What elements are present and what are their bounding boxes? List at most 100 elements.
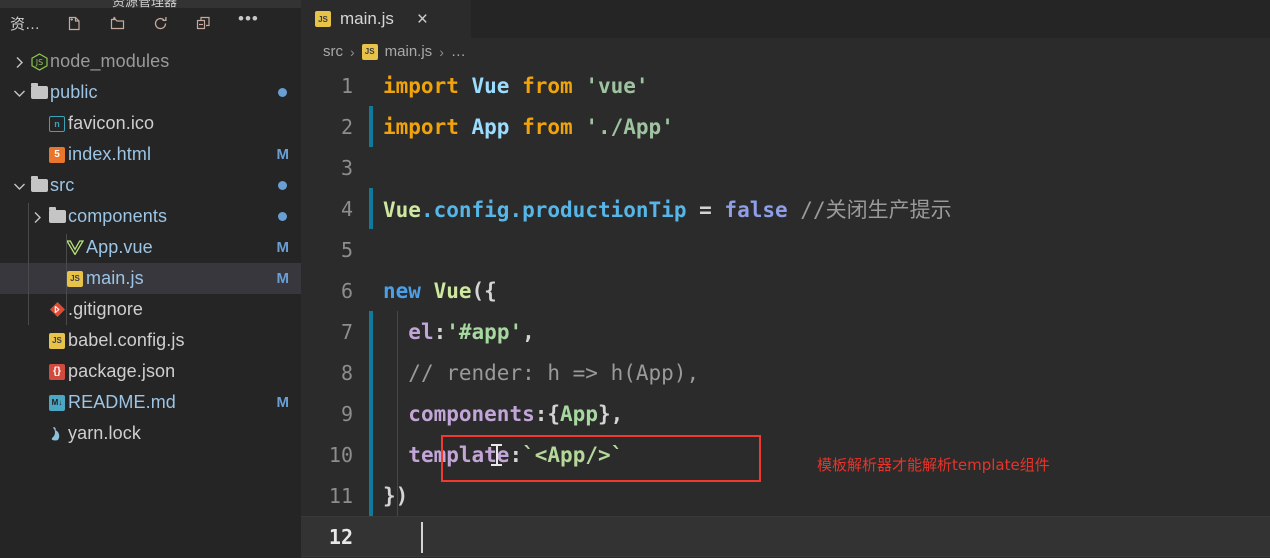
code-line[interactable]: 7 el:'#app', [301, 311, 1270, 352]
annotation-text: 模板解析器才能解析template组件 [817, 456, 1050, 474]
new-folder-icon[interactable] [109, 15, 126, 32]
tree-item-readme-md[interactable]: M↓ README.md M [0, 387, 301, 418]
code-line[interactable]: 1 import Vue from 'vue' [301, 65, 1270, 106]
new-file-icon[interactable] [66, 15, 83, 32]
code-token: new [383, 278, 421, 303]
code-text: }) [367, 484, 408, 508]
explorer-title: 资… [10, 15, 41, 33]
tree-item-src[interactable]: src [0, 170, 301, 201]
ico-file-icon: n [46, 115, 68, 132]
tree-item-node-modules[interactable]: JS node_modules [0, 46, 301, 77]
code-token: . [509, 197, 523, 222]
code-line[interactable]: 3 [301, 147, 1270, 188]
line-number: 5 [340, 237, 353, 262]
code-line[interactable]: 9 components:{App}, [301, 393, 1270, 434]
git-change-marker [369, 106, 373, 147]
tree-item-label: favicon.ico [68, 113, 155, 133]
line-number: 11 [328, 483, 353, 508]
code-token: . [420, 197, 434, 222]
line-number: 1 [340, 73, 353, 98]
code-text: el:'#app', [367, 319, 534, 344]
md-file-icon: M↓ [46, 394, 68, 411]
code-token: : [433, 319, 447, 344]
code-editor[interactable]: 1 import Vue from 'vue' 2 import App from '… [301, 65, 1270, 558]
code-token: import [383, 114, 459, 139]
tree-item-babel-config-js[interactable]: JS babel.config.js [0, 325, 301, 356]
code-line[interactable]: 12 [301, 516, 1270, 557]
git-change-marker [369, 352, 373, 393]
refresh-icon[interactable] [152, 15, 169, 32]
git-change-marker [369, 393, 373, 434]
tree-item-main-js[interactable]: JS main.js M [0, 263, 301, 294]
chevron-right-icon[interactable] [10, 54, 28, 69]
status-dot [278, 181, 287, 190]
code-token: ` [610, 442, 624, 467]
tree-item-yarn-lock[interactable]: yarn.lock [0, 418, 301, 449]
editor-pane: JS main.js × src › JS main.js › … 1 impor… [301, 0, 1270, 558]
nodejs-icon: JS [28, 52, 50, 71]
tree-item-favicon-ico[interactable]: n favicon.ico [0, 108, 301, 139]
line-number: 4 [340, 196, 353, 221]
code-token: productionTip [522, 197, 687, 222]
js-file-icon: JS [64, 270, 86, 287]
close-icon[interactable]: × [417, 10, 428, 29]
collapse-all-icon[interactable] [195, 15, 212, 32]
tree-item-app-vue[interactable]: App.vue M [0, 232, 301, 263]
tree-item-label: node_modules [50, 51, 170, 71]
chevron-right-icon[interactable] [28, 209, 46, 224]
tree-item-label: index.html [68, 144, 152, 164]
breadcrumb-item-src[interactable]: src [323, 43, 343, 60]
git-change-marker [369, 188, 373, 229]
code-line[interactable]: 2 import App from './App' [301, 106, 1270, 147]
tree-item-package-json[interactable]: {} package.json [0, 356, 301, 387]
js-file-icon: JS [46, 332, 68, 349]
code-token: el [408, 319, 434, 344]
tree-item-label: components [68, 206, 168, 226]
folder-icon [46, 207, 68, 223]
code-token: App [560, 401, 598, 426]
window-titlebar-clip: 资源管理器 [0, 0, 301, 8]
breadcrumb-item-ellipsis[interactable]: … [451, 43, 466, 60]
editor-tabs: JS main.js × [301, 0, 1270, 38]
code-line[interactable]: 5 [301, 229, 1270, 270]
status-badge: M [276, 394, 290, 411]
tree-item-components[interactable]: components [0, 201, 301, 232]
code-line[interactable]: 11}) [301, 475, 1270, 516]
line-number: 2 [340, 114, 353, 139]
tab-main-js[interactable]: JS main.js × [301, 0, 471, 38]
git-change-marker [369, 311, 373, 352]
code-token: }, [597, 401, 624, 426]
status-dot [278, 88, 287, 97]
status-badge: M [276, 146, 290, 163]
chevron-down-icon[interactable] [10, 85, 28, 100]
code-token: false [724, 197, 788, 222]
code-line[interactable]: 4 Vue.config.productionTip = false //关闭生产… [301, 188, 1270, 229]
chevron-down-icon[interactable] [10, 178, 28, 193]
line-number: 10 [328, 442, 353, 467]
breadcrumb: src › JS main.js › … [301, 38, 1270, 65]
breadcrumb-item-mainjs[interactable]: main.js [385, 43, 433, 60]
code-line[interactable]: 10 template:`<App/>` [301, 434, 1270, 475]
line-number: 7 [340, 319, 353, 344]
more-actions-icon[interactable]: ••• [238, 10, 259, 32]
line-number: 9 [340, 401, 353, 426]
code-line[interactable]: 8 // render: h => h(App), [301, 352, 1270, 393]
code-line[interactable]: 6 new Vue({ [301, 270, 1270, 311]
code-token: <App/> [534, 442, 611, 467]
status-dot [278, 212, 287, 221]
code-token: Vue [433, 278, 472, 303]
tree-item--gitignore[interactable]: .gitignore [0, 294, 301, 325]
code-text: import App from './App' [367, 115, 674, 139]
tree-item-public[interactable]: public [0, 77, 301, 108]
code-token: from [522, 114, 573, 139]
tree-item-index-html[interactable]: 5 index.html M [0, 139, 301, 170]
indent-guide [397, 311, 398, 516]
tree-item-label: src [50, 175, 75, 195]
